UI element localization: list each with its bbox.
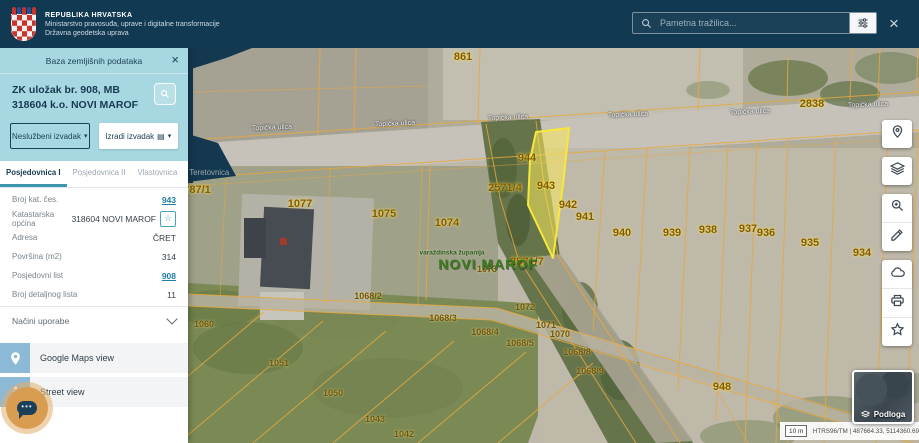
favorite-star-button[interactable] (882, 317, 912, 346)
map-toolbar (882, 120, 912, 355)
extract-subject-title: ZK uložak br. 908, MB 318604 k.o. NOVI M… (12, 84, 139, 112)
magnifier-badge-icon[interactable] (154, 83, 176, 105)
tab-posjedovnica-ii[interactable]: Posjedovnica II (67, 161, 132, 187)
field-label: Broj detaljnog lista (12, 290, 78, 300)
search-input[interactable] (658, 17, 849, 29)
org-line1: REPUBLIKA HRVATSKA (45, 11, 133, 19)
parcel-fields: Broj kat. čes. 943 Katastarska općina 31860… (0, 188, 188, 306)
coordinates-readout: HTRS96/TM | 487664.33, 5114360.69 (812, 427, 919, 435)
star-icon[interactable]: ☆ (160, 210, 176, 227)
print-button[interactable] (882, 288, 912, 317)
field-value: 11 (167, 289, 176, 300)
unofficial-extract-button[interactable]: Neslužbeni izvadak ▾ (10, 123, 90, 150)
org-line3: Državna geodetska uprava (45, 29, 129, 37)
field-row: Površina (m2) 314 (0, 247, 188, 266)
smart-search-box[interactable] (632, 12, 877, 34)
tab-posjedovnica-i[interactable]: Posjedovnica I (0, 161, 67, 188)
area-zoom-button[interactable] (882, 194, 912, 222)
search-filter-button[interactable] (849, 13, 876, 33)
caret-down-icon: ▾ (167, 132, 172, 141)
field-label: Površina (m2) (12, 252, 62, 262)
link-label: Street view (40, 387, 85, 398)
basemap-switcher-button[interactable]: Podloga (852, 370, 914, 424)
basemap-label: Podloga (873, 410, 906, 419)
scale-bar: 10 m (785, 425, 807, 437)
croatia-coat-of-arms-logo (11, 7, 36, 41)
area-zoom-icon (890, 198, 905, 218)
cloud-icon (890, 264, 905, 284)
toolbar-group (882, 157, 912, 185)
field-label: Broj kat. čes. (12, 195, 59, 205)
link-label: Google Maps view (40, 353, 115, 364)
org-line2: Ministarstvo pravosuđa, uprave i digital… (45, 20, 220, 28)
usage-modes-expander[interactable]: Načini uporabe (0, 306, 188, 335)
org-title-block: REPUBLIKA HRVATSKA Ministarstvo pravosuđ… (45, 12, 220, 37)
field-label: Katastarska općina (12, 209, 55, 228)
cloud-button[interactable] (882, 260, 912, 288)
field-value-link[interactable]: 908 (162, 271, 176, 281)
toolbar-group (882, 120, 912, 148)
caret-down-icon: ▾ (83, 132, 88, 141)
satellite-terrain (188, 48, 919, 443)
city-label: NOVI MAROF (438, 256, 538, 272)
field-row: Posjedovni list 908 (0, 266, 188, 285)
tab-teretovnica[interactable]: Teretovnica (183, 161, 235, 187)
layers-button[interactable] (882, 157, 912, 185)
field-value-link[interactable]: 943 (162, 195, 176, 205)
field-row: Katastarska općina 318604 NOVI MAROF ☆ (0, 209, 188, 228)
layers-icon (889, 161, 905, 181)
panel-tabs: Posjedovnica I Posjedovnica II Vlastovnica… (0, 161, 229, 189)
toolbar-group (882, 260, 912, 346)
field-value: ČRET (152, 232, 176, 243)
favorite-star-icon (890, 322, 905, 342)
field-row: Adresa ČRET (0, 228, 188, 247)
search-icon (641, 18, 652, 29)
field-row: Broj kat. čes. 943 (0, 190, 188, 209)
chevron-down-icon (166, 313, 178, 326)
create-extract-button[interactable]: Izradi izvadak ▤ ▾ (98, 123, 178, 150)
print-icon (890, 293, 905, 313)
field-value: 314 (161, 251, 176, 262)
map-canvas[interactable]: 861 2838 944 943 2571/4 942 941 940 939 938 937 936… (188, 48, 919, 443)
chat-button[interactable]: ••• (6, 387, 48, 429)
toolbar-group (882, 194, 912, 251)
field-label: Adresa (12, 233, 38, 243)
app-header: REPUBLIKA HRVATSKA Ministarstvo pravosuđ… (0, 0, 919, 48)
link-google-maps-view[interactable]: Google Maps view (0, 343, 188, 374)
panel-title: Baza zemljišnih podataka (45, 55, 143, 66)
tab-vlastovnica[interactable]: Vlastovnica (132, 161, 184, 187)
map-status-bar: 10 m HTRS96/TM | 487664.33, 5114360.69 (780, 422, 919, 440)
field-row: Broj detaljnog lista 11 (0, 285, 188, 304)
field-value: 318604 NOVI MAROF (71, 213, 156, 224)
measure-button[interactable] (882, 222, 912, 251)
layers-icon (860, 410, 870, 418)
location-marker-icon (890, 124, 905, 144)
panel-close-icon[interactable]: × (171, 52, 179, 67)
close-icon[interactable]: × (883, 13, 905, 35)
document-icon: ▤ (157, 131, 165, 141)
chat-icon: ••• (17, 401, 37, 419)
field-label: Posjedovni list (12, 271, 64, 281)
location-marker-button[interactable] (882, 120, 912, 148)
location-pin-icon (0, 343, 30, 374)
measure-icon (890, 227, 905, 247)
info-panel: Baza zemljišnih podataka × ZK uložak br.… (0, 48, 229, 443)
